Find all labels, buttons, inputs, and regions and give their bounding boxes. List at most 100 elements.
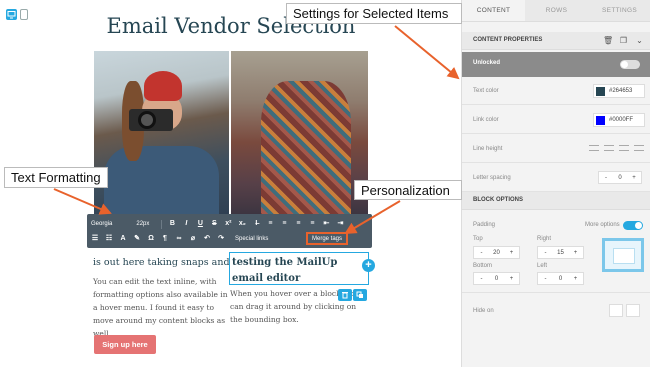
link-color-label: Link color <box>473 117 499 123</box>
line-height-options[interactable] <box>584 145 644 151</box>
link-color-swatch <box>596 116 605 125</box>
outdent-icon[interactable]: ⇤ <box>322 220 330 228</box>
font-family-select[interactable]: Georgia <box>91 221 112 227</box>
more-options-toggle[interactable] <box>623 221 643 230</box>
photo-woman-in-scarf[interactable] <box>231 51 368 217</box>
top-label: Top <box>473 236 483 242</box>
padding-bottom-value[interactable]: 0 <box>489 276 504 282</box>
link-icon[interactable]: ∞ <box>175 235 183 243</box>
line-height-option[interactable] <box>619 145 629 151</box>
text-color-icon[interactable]: A <box>119 235 127 243</box>
photo-girl-with-camera[interactable] <box>94 51 229 217</box>
redo-icon[interactable]: ↷ <box>217 235 225 243</box>
merge-tags-button[interactable]: Merge tags <box>306 232 349 245</box>
link-color-row: Link color #0000FF <box>462 106 650 134</box>
desktop-preview-icon[interactable] <box>6 9 17 20</box>
padding-bottom-stepper[interactable]: - 0 + <box>473 272 520 285</box>
special-characters-icon[interactable]: Ω <box>147 235 155 243</box>
letter-spacing-value[interactable]: 0 <box>613 175 627 181</box>
sign-up-button[interactable]: Sign up here <box>94 335 156 354</box>
text-color-row: Text color #264653 <box>462 77 650 105</box>
align-center-icon[interactable]: ≡ <box>280 220 288 228</box>
mobile-preview-icon[interactable] <box>20 9 28 20</box>
padding-preview-diagram <box>602 238 644 272</box>
padding-top-value[interactable]: 20 <box>489 250 504 256</box>
tab-content[interactable]: CONTENT <box>462 0 525 21</box>
lock-toggle[interactable] <box>620 60 640 69</box>
divider <box>462 292 650 293</box>
bottom-label: Bottom <box>473 263 493 269</box>
padding-left-stepper[interactable]: - 0 + <box>537 272 584 285</box>
duplicate-block-icon[interactable] <box>353 289 367 301</box>
copy-icon[interactable]: ❐ <box>619 36 628 45</box>
decrement-button[interactable]: - <box>538 276 553 282</box>
undo-icon[interactable]: ↶ <box>203 235 211 243</box>
text-color-input[interactable]: #264653 <box>593 84 645 98</box>
padding-right-value[interactable]: 15 <box>553 250 568 256</box>
highlight-icon[interactable]: ✎ <box>133 235 141 243</box>
numbered-list-icon[interactable]: ☷ <box>105 235 113 243</box>
font-size-select[interactable]: 22px <box>136 221 149 227</box>
add-block-icon[interactable]: + <box>362 259 375 272</box>
bullet-list-icon[interactable]: ☰ <box>91 235 99 243</box>
paragraph-icon[interactable]: ¶ <box>161 235 169 243</box>
strikethrough-icon[interactable]: S <box>210 220 218 228</box>
letter-spacing-stepper[interactable]: - 0 + <box>598 171 642 184</box>
left-label: Left <box>537 263 548 269</box>
bold-icon[interactable]: B <box>168 220 176 228</box>
text-color-value: #264653 <box>609 88 633 94</box>
text-color-swatch <box>596 87 605 96</box>
increment-button[interactable]: + <box>568 276 583 282</box>
left-column-body[interactable]: You can edit the text inline, with forma… <box>93 275 233 340</box>
mobile-icon[interactable] <box>626 304 640 317</box>
padding-right-stepper[interactable]: - 15 + <box>537 246 584 259</box>
merge-tags-label: Merge tags <box>312 236 343 242</box>
increment-button[interactable]: + <box>568 250 583 256</box>
delete-block-icon[interactable] <box>338 289 352 301</box>
indent-icon[interactable]: ⇥ <box>336 220 344 228</box>
desktop-icon[interactable] <box>609 304 623 317</box>
tab-rows[interactable]: ROWS <box>525 0 588 21</box>
align-right-icon[interactable]: ≡ <box>294 220 302 228</box>
italic-icon[interactable]: I <box>182 220 190 228</box>
letter-spacing-label: Letter spacing <box>473 175 511 181</box>
line-height-label: Line height <box>473 146 503 152</box>
align-left-icon[interactable]: ≡ <box>266 220 274 228</box>
line-height-option[interactable] <box>634 145 644 151</box>
decrement-button[interactable]: - <box>474 276 489 282</box>
personalization-callout: Personalization <box>354 180 462 200</box>
link-color-input[interactable]: #0000FF <box>593 113 645 127</box>
underline-icon[interactable]: U <box>196 220 204 228</box>
hide-on-label: Hide on <box>473 308 494 314</box>
line-height-option[interactable] <box>604 145 614 151</box>
unlocked-row: Unlocked <box>462 52 650 77</box>
decrement-button[interactable]: - <box>599 175 613 181</box>
increment-button[interactable]: + <box>504 250 519 256</box>
superscript-icon[interactable]: x² <box>224 220 232 228</box>
trash-icon[interactable]: 🗑 <box>603 36 613 45</box>
justify-icon[interactable]: ≡ <box>308 220 316 228</box>
subscript-icon[interactable]: x₂ <box>238 220 246 228</box>
decrement-button[interactable]: - <box>538 250 553 256</box>
padding-left-value[interactable]: 0 <box>553 276 568 282</box>
clear-format-icon[interactable]: I̶ <box>252 220 260 228</box>
content-properties-header: CONTENT PROPERTIES 🗑 ❐ ⌄ <box>462 32 650 50</box>
chevron-down-icon[interactable]: ⌄ <box>635 36 644 45</box>
more-options-label: More options <box>585 222 620 228</box>
unlink-icon[interactable]: ⌀ <box>189 235 197 243</box>
padding-top-stepper[interactable]: - 20 + <box>473 246 520 259</box>
line-height-option[interactable] <box>589 145 599 151</box>
toolbar-divider <box>161 219 163 229</box>
increment-button[interactable]: + <box>627 175 641 181</box>
right-label: Right <box>537 236 552 242</box>
left-column-heading[interactable]: is out here taking snaps and <box>93 257 230 268</box>
increment-button[interactable]: + <box>504 276 519 282</box>
block-options-header: BLOCK OPTIONS <box>462 192 650 210</box>
letter-spacing-row: Letter spacing - 0 + <box>462 164 650 192</box>
decrement-button[interactable]: - <box>474 250 489 256</box>
tab-settings[interactable]: SETTINGS <box>588 0 650 21</box>
content-properties-label: CONTENT PROPERTIES <box>473 37 543 43</box>
special-links-select[interactable]: Special links <box>235 236 268 242</box>
right-column-heading[interactable]: testing the MailUp email editor <box>232 255 368 287</box>
unlocked-label: Unlocked <box>473 60 501 66</box>
